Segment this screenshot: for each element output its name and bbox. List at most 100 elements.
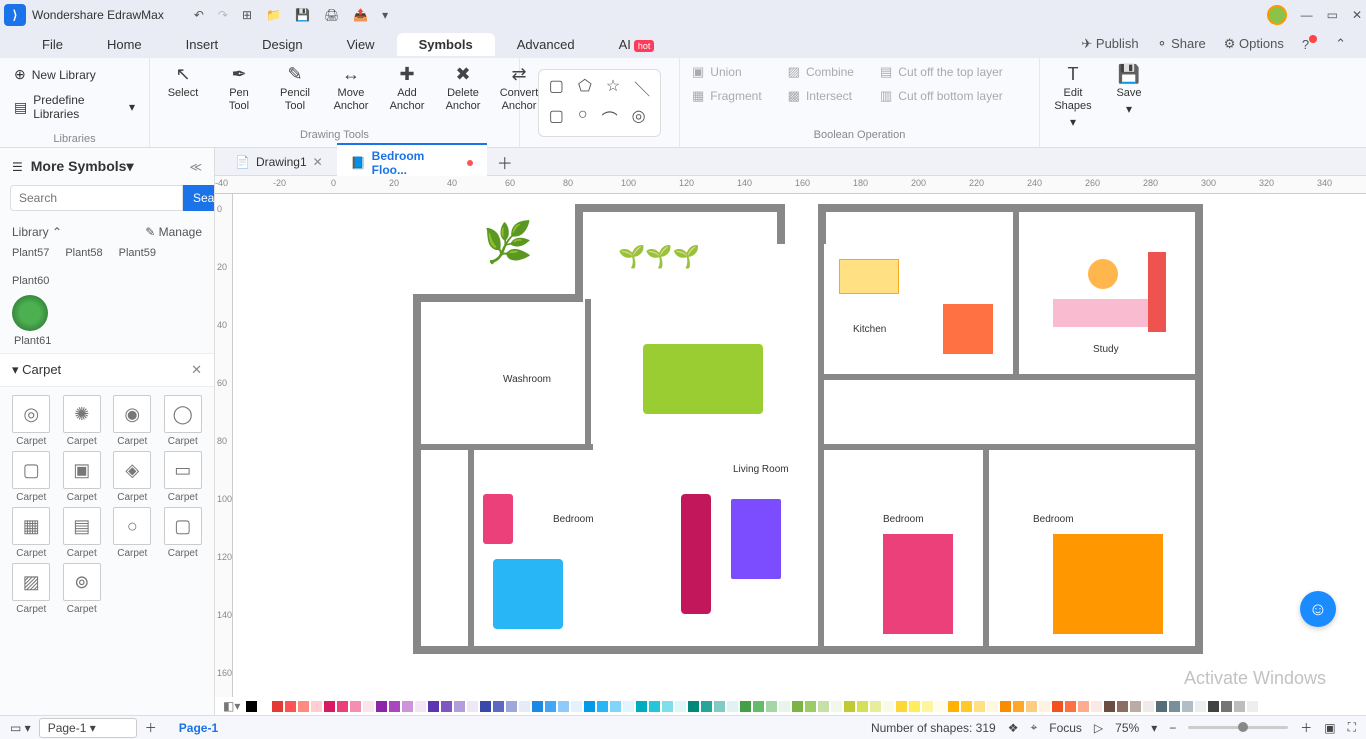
color-swatch[interactable] — [454, 701, 465, 712]
color-swatch[interactable] — [350, 701, 361, 712]
bed[interactable] — [883, 534, 953, 634]
share-button[interactable]: ⚬ Share — [1157, 36, 1206, 52]
plant-icon[interactable]: 🌱🌱🌱 — [618, 244, 700, 270]
tab-symbols[interactable]: Symbols — [397, 33, 495, 56]
color-swatch[interactable] — [467, 701, 478, 712]
color-swatch[interactable] — [428, 701, 439, 712]
cut-bottom-button[interactable]: ▥Cut off bottom layer — [880, 88, 1003, 104]
new-library-button[interactable]: ⊕New Library — [14, 66, 135, 83]
sofa[interactable] — [681, 494, 711, 614]
color-swatch[interactable] — [1000, 701, 1011, 712]
color-swatch[interactable] — [1052, 701, 1063, 712]
open-icon[interactable]: 📁 — [266, 8, 281, 22]
color-swatch[interactable] — [844, 701, 855, 712]
notification-icon[interactable]: ? — [1302, 37, 1317, 52]
carpet-item[interactable]: ◉Carpet — [109, 395, 156, 447]
select-tool-button[interactable]: ↖Select — [162, 64, 204, 113]
move-anchor-button[interactable]: ↔Move Anchor — [330, 64, 372, 113]
rounded-square-shape-icon[interactable]: ▢ — [549, 106, 564, 130]
star-shape-icon[interactable]: ☆ — [606, 76, 620, 100]
color-swatch[interactable] — [1169, 701, 1180, 712]
color-swatch[interactable] — [545, 701, 556, 712]
save-icon[interactable]: 💾 — [295, 8, 310, 22]
collapse-panel-icon[interactable]: ≪ — [189, 160, 202, 174]
undo-icon[interactable]: ↶ — [194, 8, 204, 22]
color-swatch[interactable] — [415, 701, 426, 712]
carpet-item[interactable]: ▤Carpet — [59, 507, 106, 559]
edit-shapes-button[interactable]: TEdit Shapes ▾ — [1052, 64, 1094, 129]
color-swatch[interactable] — [792, 701, 803, 712]
color-swatch[interactable] — [753, 701, 764, 712]
options-button[interactable]: ⚙ Options — [1224, 36, 1284, 52]
add-anchor-button[interactable]: ✚Add Anchor — [386, 64, 428, 113]
color-swatch[interactable] — [506, 701, 517, 712]
color-swatch[interactable] — [597, 701, 608, 712]
color-swatch[interactable] — [1156, 701, 1167, 712]
maximize-button[interactable]: ▭ — [1327, 8, 1338, 22]
plant-item[interactable]: Plant57 — [12, 247, 49, 259]
color-swatch[interactable] — [324, 701, 335, 712]
carpet-item[interactable]: ▦Carpet — [8, 507, 55, 559]
color-swatch[interactable] — [259, 701, 270, 712]
color-swatch[interactable] — [649, 701, 660, 712]
color-swatch[interactable] — [1195, 701, 1206, 712]
color-swatch[interactable] — [558, 701, 569, 712]
manage-button[interactable]: ✎ Manage — [145, 225, 202, 239]
tab-file[interactable]: File — [20, 33, 85, 56]
layers-icon[interactable]: ❖ — [1008, 721, 1019, 735]
doc-tab-drawing1[interactable]: 📄Drawing1✕ — [221, 151, 337, 173]
color-swatch[interactable] — [402, 701, 413, 712]
plant-icon[interactable]: 🌿 — [483, 219, 533, 266]
union-button[interactable]: ▣Union — [692, 64, 742, 80]
color-swatch[interactable] — [571, 701, 582, 712]
color-swatch[interactable] — [948, 701, 959, 712]
color-swatch[interactable] — [1104, 701, 1115, 712]
circle-shape-icon[interactable]: ○ — [578, 106, 588, 130]
bookshelf[interactable] — [1148, 252, 1166, 332]
color-swatch[interactable] — [870, 701, 881, 712]
publish-button[interactable]: ✈ Publish — [1081, 36, 1138, 52]
color-swatch[interactable] — [857, 701, 868, 712]
desk[interactable] — [1053, 299, 1153, 327]
plant-item[interactable]: Plant58 — [65, 247, 102, 259]
color-swatch[interactable] — [298, 701, 309, 712]
tab-ai[interactable]: AIhot — [597, 33, 677, 56]
redo-icon[interactable]: ↷ — [218, 8, 228, 22]
line-shape-icon[interactable]: ＼ — [634, 76, 650, 100]
color-swatch[interactable] — [909, 701, 920, 712]
color-swatch[interactable] — [831, 701, 842, 712]
qat-dropdown-icon[interactable]: ▾ — [382, 8, 388, 22]
color-swatch[interactable] — [714, 701, 725, 712]
carpet-item[interactable]: ○Carpet — [109, 507, 156, 559]
carpet-item[interactable]: ▢Carpet — [160, 507, 207, 559]
zoom-out-button[interactable]: − — [1169, 721, 1176, 735]
add-tab-button[interactable]: ＋ — [487, 150, 523, 174]
color-swatch[interactable] — [623, 701, 634, 712]
carpet-item[interactable]: ▨Carpet — [8, 563, 55, 615]
color-swatch[interactable] — [1117, 701, 1128, 712]
color-swatch[interactable] — [480, 701, 491, 712]
spiral-shape-icon[interactable]: ◎ — [632, 106, 646, 130]
collapse-ribbon-icon[interactable]: ⌃ — [1335, 36, 1346, 52]
focus-button[interactable]: Focus — [1049, 721, 1082, 735]
library-toggle[interactable]: Library ⌃ — [12, 225, 62, 239]
presentation-icon[interactable]: ▷ — [1094, 721, 1103, 735]
color-swatch[interactable] — [1143, 701, 1154, 712]
color-swatch[interactable] — [1078, 701, 1089, 712]
color-swatch[interactable] — [1208, 701, 1219, 712]
carpet-item[interactable]: ✺Carpet — [59, 395, 106, 447]
color-swatch[interactable] — [519, 701, 530, 712]
color-swatch[interactable] — [1091, 701, 1102, 712]
zoom-in-button[interactable]: ＋ — [1300, 719, 1312, 736]
intersect-button[interactable]: ▩Intersect — [788, 88, 852, 104]
bed[interactable] — [493, 559, 563, 629]
color-swatch[interactable] — [389, 701, 400, 712]
close-category-icon[interactable]: ✕ — [191, 362, 202, 378]
carpet-item[interactable]: ◯Carpet — [160, 395, 207, 447]
plant-thumbnail[interactable] — [12, 295, 48, 331]
dining-table[interactable] — [643, 344, 763, 414]
color-swatch[interactable] — [675, 701, 686, 712]
tab-home[interactable]: Home — [85, 33, 164, 56]
zoom-slider[interactable] — [1188, 726, 1288, 729]
carpet-category-toggle[interactable]: ▾ Carpet — [12, 362, 61, 378]
